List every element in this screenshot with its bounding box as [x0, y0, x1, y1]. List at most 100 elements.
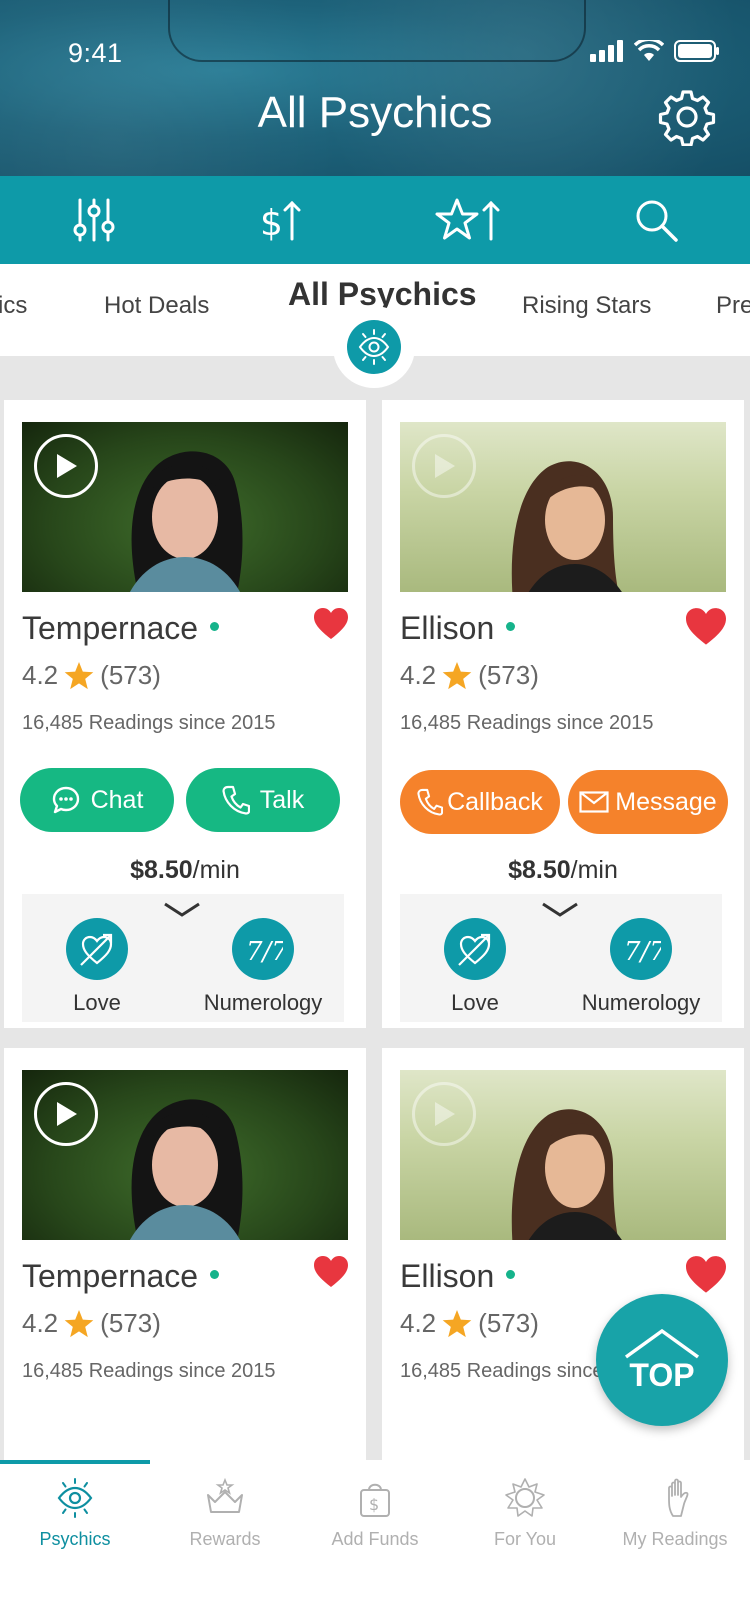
- review-count: (573): [100, 660, 161, 690]
- psychic-portrait: [129, 1099, 243, 1240]
- filter-toolbar: $: [0, 176, 750, 264]
- specialty-love: Love: [400, 918, 550, 1016]
- nav-psychics[interactable]: Psychics: [0, 1478, 150, 1550]
- psychic-name: Tempernace: [22, 610, 199, 646]
- price-unit: /min: [570, 856, 618, 884]
- heart-icon[interactable]: [314, 1256, 348, 1288]
- hand-icon: [668, 1478, 689, 1517]
- play-video-button[interactable]: [412, 1082, 476, 1146]
- tab-next-category[interactable]: Pre: [716, 292, 750, 320]
- online-indicator: [210, 1270, 220, 1280]
- phone-icon: [222, 785, 250, 815]
- psychic-photo[interactable]: [400, 422, 726, 592]
- svg-text:$: $: [369, 1495, 379, 1514]
- callback-button[interactable]: Callback: [400, 770, 560, 834]
- play-icon: [435, 1102, 455, 1126]
- sort-rating-button[interactable]: [375, 176, 563, 264]
- nav-label: Add Funds: [331, 1529, 419, 1549]
- psychic-name-row: Ellison: [400, 610, 516, 647]
- specialties-panel[interactable]: Love 7/7 Numerology: [400, 894, 722, 1022]
- page-title: All Psychics: [257, 88, 493, 137]
- talk-button[interactable]: Talk: [186, 768, 340, 832]
- nav-for-you[interactable]: For You: [450, 1478, 600, 1550]
- online-indicator: [210, 622, 220, 632]
- psychic-name: Ellison: [400, 1258, 495, 1294]
- svg-text:7/7: 7/7: [624, 937, 661, 967]
- chat-bubble-icon: [52, 786, 79, 814]
- psychic-photo[interactable]: [22, 422, 348, 592]
- play-icon: [435, 454, 455, 478]
- play-video-button[interactable]: [34, 1082, 98, 1146]
- play-icon: [57, 454, 77, 478]
- search-button[interactable]: [563, 176, 750, 264]
- nav-label: Rewards: [189, 1529, 261, 1549]
- psychic-photo[interactable]: [400, 1070, 726, 1240]
- star-icon: [442, 661, 472, 689]
- signal-icon: [590, 40, 623, 62]
- scroll-to-top-button[interactable]: TOP: [596, 1294, 728, 1426]
- online-indicator: [506, 622, 516, 632]
- specialty-label: Numerology: [203, 990, 323, 1015]
- rating-value: 4.2: [22, 1308, 59, 1338]
- psychic-portrait: [511, 1109, 622, 1240]
- nav-my-readings[interactable]: My Readings: [600, 1478, 750, 1550]
- tab-rising-stars[interactable]: Rising Stars: [522, 292, 651, 320]
- online-indicator: [506, 1270, 516, 1280]
- tab-prev-category[interactable]: ics: [0, 292, 27, 320]
- sort-price-button[interactable]: $: [188, 176, 376, 264]
- chevron-up-icon: [624, 1328, 700, 1358]
- psychic-photo[interactable]: [22, 1070, 348, 1240]
- device-notch: [168, 0, 586, 62]
- numerology-icon: 7/7: [610, 918, 672, 980]
- price-value: $8.50: [508, 856, 571, 884]
- psychic-portrait: [129, 451, 243, 592]
- rating-row: 4.2 (573): [22, 1308, 161, 1339]
- shopping-bag-icon: $: [360, 1483, 390, 1517]
- heart-icon[interactable]: [314, 608, 348, 640]
- psychic-card[interactable]: Ellison 4.2 (573) 16,485 Readings since …: [382, 400, 744, 1028]
- specialty-label: Love: [451, 990, 499, 1015]
- chat-button-label: Chat: [90, 785, 144, 814]
- rating-value: 4.2: [400, 1308, 437, 1338]
- bottom-navigation: Psychics Rewards $ Add Funds For You My …: [0, 1460, 750, 1624]
- play-video-button[interactable]: [412, 434, 476, 498]
- chevron-down-icon[interactable]: [540, 900, 580, 920]
- nav-label: My Readings: [622, 1529, 728, 1549]
- psychic-name-row: Tempernace: [22, 1258, 220, 1295]
- chat-button[interactable]: Chat: [20, 768, 174, 832]
- filter-button[interactable]: [0, 176, 188, 264]
- price-unit: /min: [192, 856, 240, 884]
- active-tab-indicator: [333, 306, 415, 388]
- rating-row: 4.2 (573): [400, 660, 539, 691]
- heart-icon[interactable]: [686, 608, 726, 646]
- price-per-minute: $8.50/min: [382, 856, 744, 885]
- nav-add-funds[interactable]: $ Add Funds: [300, 1478, 450, 1550]
- specialty-love: Love: [22, 918, 172, 1016]
- nav-rewards[interactable]: Rewards: [150, 1477, 300, 1550]
- header: 9:41 All Psychics: [0, 0, 750, 176]
- rating-row: 4.2 (573): [22, 660, 161, 691]
- rating-value: 4.2: [400, 660, 437, 690]
- heart-icon[interactable]: [686, 1256, 726, 1294]
- review-count: (573): [100, 1308, 161, 1338]
- message-button[interactable]: Message: [568, 770, 728, 834]
- play-icon: [57, 1102, 77, 1126]
- status-icons: [590, 40, 720, 62]
- psychic-name-row: Ellison: [400, 1258, 516, 1295]
- star-icon: [442, 1309, 472, 1337]
- tab-hot-deals[interactable]: Hot Deals: [104, 292, 209, 320]
- wifi-icon: [634, 40, 664, 61]
- psychic-card[interactable]: Tempernace 4.2 (573) 16,485 Readings sin…: [4, 400, 366, 1028]
- play-video-button[interactable]: [34, 434, 98, 498]
- chevron-down-icon[interactable]: [162, 900, 202, 920]
- specialty-label: Love: [73, 990, 121, 1015]
- eye-icon: [57, 1478, 93, 1518]
- nav-label: For You: [493, 1529, 557, 1549]
- gear-icon[interactable]: [658, 88, 716, 146]
- phone-icon: [417, 788, 444, 816]
- psychic-card[interactable]: Tempernace 4.2 (573) 16,485 Readings sin…: [4, 1048, 366, 1468]
- sun-icon: [505, 1478, 545, 1517]
- readings-count: 16,485 Readings since 2015: [400, 712, 654, 734]
- specialties-panel[interactable]: Love 7/7 Numerology: [22, 894, 344, 1022]
- active-nav-bar: [0, 1460, 150, 1464]
